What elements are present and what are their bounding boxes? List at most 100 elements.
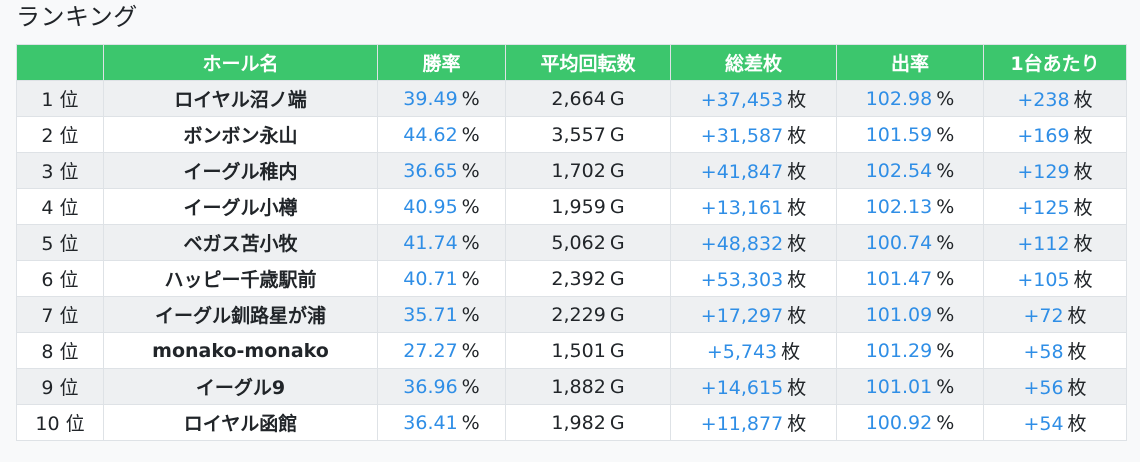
total-diff-value: +31,587 [700, 125, 784, 147]
per-machine-unit: 枚 [1073, 89, 1093, 111]
hall-name-link[interactable]: monako-monako [152, 340, 329, 362]
payout-rate-cell: 101.09% [836, 296, 984, 333]
total-diff-value: +13,161 [700, 197, 784, 219]
total-diff-unit: 枚 [787, 413, 807, 435]
per-machine-value: +129 [1017, 161, 1070, 183]
win-rate-value: 44.62 [403, 123, 458, 146]
hall-name-link[interactable]: ボンボン永山 [183, 125, 297, 147]
per-machine-unit: 枚 [1073, 269, 1093, 291]
win-rate-unit: % [461, 123, 480, 146]
rank-cell: 2 位 [16, 116, 104, 153]
per-machine-unit: 枚 [1073, 197, 1093, 219]
per-machine-value: +54 [1023, 413, 1064, 435]
per-machine-cell: +105 枚 [983, 260, 1127, 297]
table-row: 1 位ロイヤル沼ノ端 39.49% 2,664 G +37,453 枚 102.98% +23… [16, 80, 1127, 117]
hall-name-cell: ハッピー千歳駅前 [103, 260, 378, 297]
per-machine-cell: +72 枚 [983, 296, 1127, 333]
hall-name-cell: ロイヤル函館 [103, 404, 378, 441]
per-machine-cell: +54 枚 [983, 404, 1127, 441]
avg-spins-value: 1,959 [551, 195, 606, 218]
avg-spins-value: 1,882 [551, 375, 606, 398]
payout-rate-cell: 101.29% [836, 332, 984, 369]
total-diff-unit: 枚 [781, 341, 801, 363]
payout-rate-cell: 102.54% [836, 152, 984, 189]
total-diff-cell: +14,615 枚 [670, 368, 837, 405]
rank-cell: 1 位 [16, 80, 104, 117]
win-rate-unit: % [461, 375, 480, 398]
avg-spins-unit: G [609, 303, 625, 326]
avg-spins-unit: G [609, 195, 625, 218]
rank-cell: 3 位 [16, 152, 104, 189]
avg-spins-unit: G [609, 159, 625, 182]
payout-rate-value: 101.09 [865, 303, 933, 326]
hall-name-link[interactable]: イーグル9 [196, 377, 285, 399]
total-diff-value: +37,453 [700, 89, 784, 111]
hall-name-link[interactable]: イーグル小樽 [183, 197, 297, 219]
payout-rate-value: 102.98 [865, 87, 933, 110]
hall-name-link[interactable]: イーグル稚内 [183, 161, 297, 183]
total-diff-unit: 枚 [787, 125, 807, 147]
payout-rate-value: 101.47 [865, 267, 933, 290]
per-machine-unit: 枚 [1073, 125, 1093, 147]
header-rank [16, 44, 104, 81]
total-diff-unit: 枚 [787, 233, 807, 255]
avg-spins-cell: 1,982 G [505, 404, 671, 441]
win-rate-unit: % [461, 159, 480, 182]
table-row: 9 位イーグル9 36.96% 1,882 G +14,615 枚 101.01% +56 枚 [16, 368, 1127, 405]
win-rate-unit: % [461, 195, 480, 218]
total-diff-value: +17,297 [700, 305, 784, 327]
win-rate-value: 36.41 [403, 411, 458, 434]
table-row: 4 位イーグル小樽 40.95% 1,959 G +13,161 枚 102.13% +125… [16, 188, 1127, 225]
hall-name-link[interactable]: ハッピー千歳駅前 [164, 269, 316, 291]
per-machine-cell: +169 枚 [983, 116, 1127, 153]
payout-rate-value: 100.92 [865, 411, 933, 434]
win-rate-value: 41.74 [403, 231, 458, 254]
rank-label: 7 位 [41, 305, 79, 327]
per-machine-cell: +238 枚 [983, 80, 1127, 117]
page-title: ランキング [16, 3, 138, 31]
win-rate-cell: 40.95% [377, 188, 506, 225]
per-machine-value: +112 [1017, 233, 1070, 255]
table-row: 6 位ハッピー千歳駅前 40.71% 2,392 G +53,303 枚 101.47% +1… [16, 260, 1127, 297]
win-rate-value: 36.65 [403, 159, 458, 182]
rank-cell: 5 位 [16, 224, 104, 261]
hall-name-cell: イーグル稚内 [103, 152, 378, 189]
hall-name-cell: ベガス苫小牧 [103, 224, 378, 261]
win-rate-value: 40.95 [403, 195, 458, 218]
win-rate-unit: % [461, 231, 480, 254]
payout-rate-cell: 100.92% [836, 404, 984, 441]
avg-spins-unit: G [609, 87, 625, 110]
rank-cell: 4 位 [16, 188, 104, 225]
rank-cell: 6 位 [16, 260, 104, 297]
total-diff-cell: +53,303 枚 [670, 260, 837, 297]
win-rate-cell: 44.62% [377, 116, 506, 153]
per-machine-value: +56 [1023, 377, 1064, 399]
per-machine-unit: 枚 [1067, 341, 1087, 363]
avg-spins-value: 3,557 [551, 123, 606, 146]
hall-name-link[interactable]: ロイヤル沼ノ端 [174, 89, 306, 111]
hall-name-link[interactable]: ロイヤル函館 [184, 413, 297, 435]
per-machine-cell: +112 枚 [983, 224, 1127, 261]
hall-name-cell: イーグル9 [103, 368, 378, 405]
avg-spins-value: 5,062 [551, 231, 606, 254]
avg-spins-value: 2,392 [551, 267, 606, 290]
win-rate-unit: % [461, 411, 480, 434]
avg-spins-cell: 2,229 G [505, 296, 671, 333]
hall-name-link[interactable]: イーグル釧路星が浦 [155, 305, 326, 327]
payout-rate-unit: % [936, 123, 955, 146]
total-diff-value: +48,832 [700, 233, 784, 255]
hall-name-link[interactable]: ベガス苫小牧 [183, 233, 297, 255]
win-rate-cell: 36.41% [377, 404, 506, 441]
payout-rate-value: 102.54 [865, 159, 933, 182]
avg-spins-cell: 1,702 G [505, 152, 671, 189]
per-machine-unit: 枚 [1073, 161, 1093, 183]
table-row: 7 位イーグル釧路星が浦 35.71% 2,229 G +17,297 枚 101.09% +… [16, 296, 1127, 333]
payout-rate-unit: % [936, 159, 955, 182]
rank-cell: 7 位 [16, 296, 104, 333]
payout-rate-unit: % [936, 375, 955, 398]
page: ランキング ホール名 勝率 平均回転数 総差枚 出率 1台あたり 1 位ロイヤル… [0, 0, 1140, 462]
total-diff-cell: +31,587 枚 [670, 116, 837, 153]
rank-cell: 10 位 [16, 404, 104, 441]
per-machine-value: +58 [1023, 341, 1064, 363]
avg-spins-unit: G [609, 123, 625, 146]
